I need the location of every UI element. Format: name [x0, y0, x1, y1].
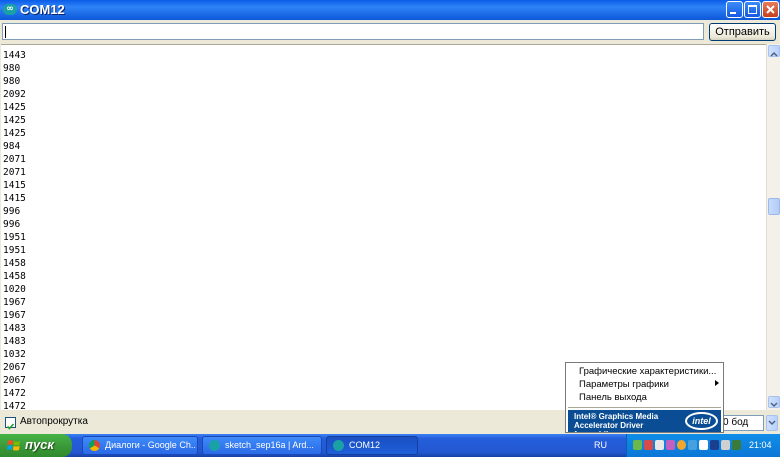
- arduino-icon: ∞: [3, 4, 17, 15]
- output-line: 2067: [3, 375, 26, 386]
- taskbar: пуск Диалоги - Google Ch... sketch_sep16…: [0, 434, 780, 457]
- taskbar-item-label: Диалоги - Google Ch...: [105, 440, 195, 450]
- chevron-up-icon: [770, 51, 778, 57]
- output-line: 1951: [3, 245, 26, 256]
- autoscroll-checkbox[interactable]: [5, 417, 16, 430]
- language-indicator[interactable]: RU: [594, 440, 607, 450]
- vertical-scrollbar[interactable]: [766, 44, 780, 410]
- output-line: 1425: [3, 115, 26, 126]
- output-line: 2071: [3, 154, 26, 165]
- output-line: 1472: [3, 388, 26, 399]
- text-caret: [5, 26, 6, 38]
- output-line: 1032: [3, 349, 26, 360]
- checkmark-icon: [6, 423, 15, 430]
- menu-item-graphics-properties[interactable]: Графические характеристики...: [579, 366, 716, 377]
- output-line: 1967: [3, 310, 26, 321]
- output-line: 2092: [3, 89, 26, 100]
- send-row: Отправить: [0, 20, 780, 44]
- output-lines: 1443144398098020921425142514259842071207…: [3, 45, 26, 411]
- scroll-down-button[interactable]: [768, 396, 780, 408]
- minimize-button[interactable]: [726, 1, 743, 18]
- output-line: 1458: [3, 271, 26, 282]
- menu-item-graphics-options[interactable]: Параметры графики: [579, 379, 669, 390]
- title-bar[interactable]: ∞ COM12: [0, 0, 780, 20]
- send-input[interactable]: [2, 23, 704, 40]
- tray-app-icon[interactable]: [633, 440, 642, 450]
- taskbar-item-chrome[interactable]: Диалоги - Google Ch...: [82, 436, 198, 455]
- chevron-down-icon: [770, 402, 778, 408]
- tray-app-icon[interactable]: [666, 440, 675, 450]
- output-line: 996: [3, 219, 21, 230]
- serial-output[interactable]: 1443144398098020921425142514259842071207…: [1, 44, 766, 411]
- clock: 21:04: [749, 440, 772, 450]
- output-line: 1443: [3, 50, 26, 61]
- tray-app-icon[interactable]: [721, 440, 730, 450]
- system-tray: 21:04: [626, 434, 780, 457]
- intel-logo: intel: [685, 412, 718, 430]
- output-line: 1415: [3, 180, 26, 191]
- tray-app-icon[interactable]: [644, 440, 653, 450]
- chrome-icon: [89, 440, 100, 451]
- close-icon: [766, 5, 775, 14]
- output-line: 1483: [3, 323, 26, 334]
- output-line: 2067: [3, 362, 26, 373]
- output-line: 1415: [3, 193, 26, 204]
- minimize-icon: [730, 12, 736, 14]
- output-line: 980: [3, 63, 21, 74]
- taskbar-item-sketch[interactable]: sketch_sep16a | Ard...: [202, 436, 322, 455]
- close-button[interactable]: [762, 1, 779, 18]
- start-label: пуск: [25, 437, 54, 452]
- output-line: 1483: [3, 336, 26, 347]
- taskbar-item-label: COM12: [349, 440, 381, 450]
- windows-logo-icon: [7, 440, 20, 451]
- tray-app-icon[interactable]: [732, 440, 741, 450]
- tray-app-icon[interactable]: [710, 440, 719, 450]
- baud-dropdown-button[interactable]: [766, 415, 778, 431]
- intel-banner: Intel® Graphics Media Accelerator Driver…: [568, 410, 721, 432]
- arduino-icon: [333, 440, 344, 451]
- output-line: 2071: [3, 167, 26, 178]
- taskbar-item-com12[interactable]: COM12: [326, 436, 418, 455]
- tray-app-icon[interactable]: [655, 440, 664, 450]
- output-line: 1020: [3, 284, 26, 295]
- start-button[interactable]: пуск: [0, 434, 72, 457]
- output-line: 1967: [3, 297, 26, 308]
- output-line: 984: [3, 141, 21, 152]
- output-line: 1425: [3, 128, 26, 139]
- chevron-down-icon: [768, 420, 776, 426]
- scroll-thumb[interactable]: [768, 198, 780, 215]
- autoscroll-label[interactable]: Автопрокрутка: [20, 416, 88, 427]
- intel-banner-text: Intel® Graphics Media Accelerator Driver…: [574, 412, 659, 432]
- scroll-up-button[interactable]: [768, 45, 780, 57]
- taskbar-item-label: sketch_sep16a | Ard...: [225, 440, 314, 450]
- menu-separator: [568, 407, 721, 408]
- submenu-arrow-icon: [715, 380, 719, 386]
- window-title: COM12: [20, 2, 65, 17]
- arduino-icon: [209, 440, 220, 451]
- tray-app-icon[interactable]: [688, 440, 697, 450]
- send-button[interactable]: Отправить: [709, 23, 776, 41]
- output-line: 1951: [3, 232, 26, 243]
- output-line: 996: [3, 206, 21, 217]
- output-line: 980: [3, 76, 21, 87]
- tray-app-icon[interactable]: [677, 440, 686, 450]
- tray-app-icon[interactable]: [699, 440, 708, 450]
- output-line: 1458: [3, 258, 26, 269]
- output-line: 1425: [3, 102, 26, 113]
- menu-item-output-panel[interactable]: Панель выхода: [579, 392, 647, 403]
- maximize-icon: [748, 5, 757, 14]
- maximize-button[interactable]: [744, 1, 761, 18]
- tray-context-menu: Графические характеристики... Параметры …: [565, 362, 724, 433]
